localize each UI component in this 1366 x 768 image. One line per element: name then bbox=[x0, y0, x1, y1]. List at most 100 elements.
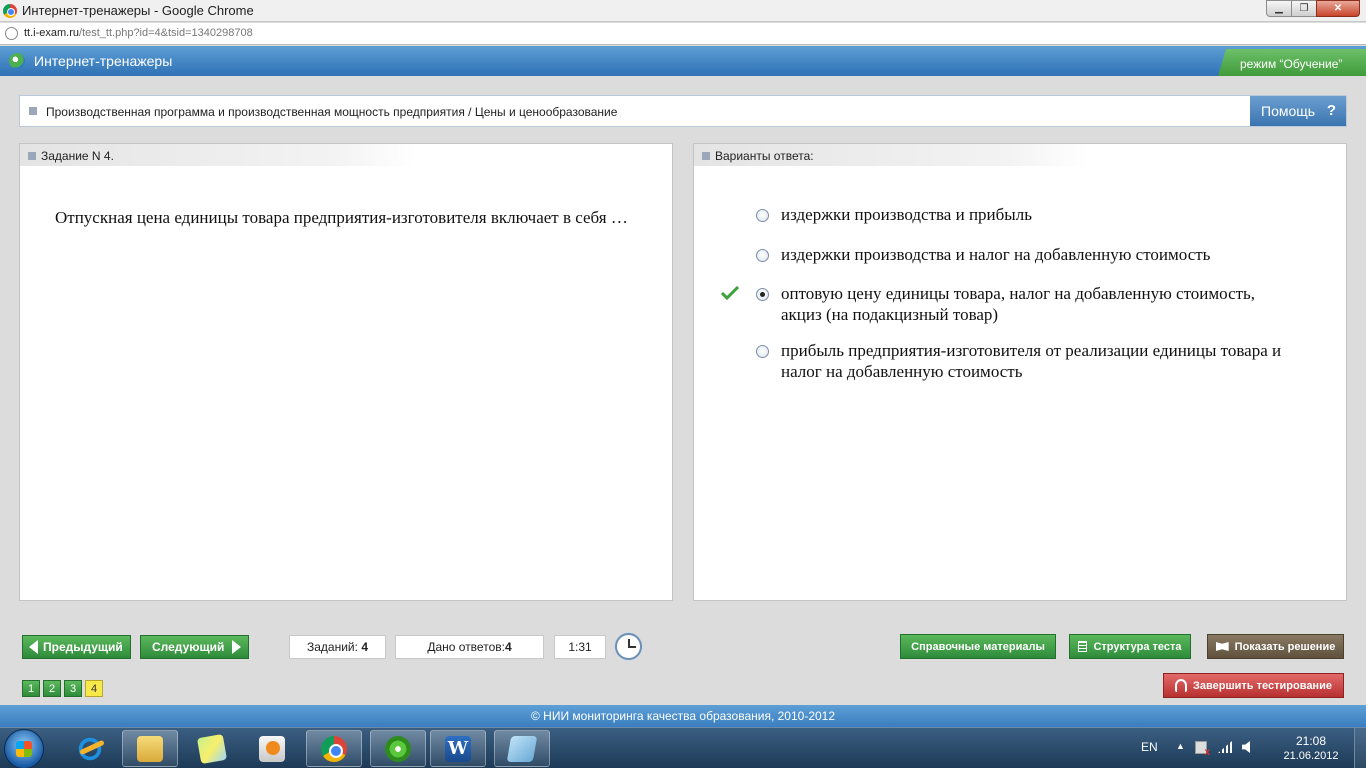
taskbar-explorer[interactable] bbox=[122, 730, 178, 767]
start-button[interactable] bbox=[4, 729, 44, 768]
main-area: Производственная программа и производств… bbox=[0, 77, 1366, 700]
answers-value: 4 bbox=[504, 640, 512, 654]
url-path: /test_tt.php?id=4&tsid=1340298708 bbox=[79, 27, 253, 39]
app-title: Интернет-тренажеры bbox=[34, 53, 173, 69]
checkmark-icon bbox=[721, 286, 739, 300]
radio-button[interactable] bbox=[756, 345, 769, 358]
close-button[interactable]: ✕ bbox=[1316, 0, 1360, 17]
show-desktop-button[interactable] bbox=[1354, 728, 1366, 768]
answer-option[interactable]: издержки производства и налог на добавле… bbox=[756, 244, 1296, 265]
language-indicator[interactable]: EN bbox=[1141, 740, 1158, 754]
answers-count: Дано ответов: 4 bbox=[395, 635, 544, 659]
tasks-label: Заданий: bbox=[307, 640, 358, 654]
arrow-left-icon bbox=[29, 640, 38, 654]
show-hidden-icons-icon[interactable]: ▲ bbox=[1176, 741, 1185, 751]
maximize-button[interactable]: ❐ bbox=[1291, 0, 1317, 17]
app-logo-icon bbox=[9, 53, 25, 69]
page-info-icon[interactable] bbox=[5, 27, 18, 40]
taskbar-internet-explorer[interactable] bbox=[62, 730, 118, 767]
finish-label: Завершить тестирование bbox=[1193, 679, 1332, 692]
taskbar-media-player[interactable] bbox=[244, 730, 300, 767]
window-titlebar: Интернет-тренажеры - Google Chrome ▁ ❐ ✕ bbox=[0, 0, 1366, 22]
radio-button[interactable] bbox=[756, 209, 769, 222]
internet-explorer-icon bbox=[77, 735, 103, 762]
notepad-icon bbox=[506, 735, 538, 762]
show-solution-button[interactable]: Показать решение bbox=[1207, 634, 1344, 659]
window-title: Интернет-тренажеры - Google Chrome bbox=[22, 3, 254, 18]
task-panel-header: Задание N 4. bbox=[20, 144, 414, 166]
task-panel: Задание N 4. Отпускная цена единицы това… bbox=[19, 143, 673, 601]
tasks-count: Заданий: 4 bbox=[289, 635, 386, 659]
app-header: Интернет-тренажеры режим “Обучение” bbox=[0, 46, 1366, 76]
task-title: Задание N 4. bbox=[41, 149, 114, 163]
address-bar[interactable]: tt.i-exam.ru/test_tt.php?id=4&tsid=13402… bbox=[0, 23, 1366, 45]
word-icon: W bbox=[445, 735, 471, 762]
tasks-value: 4 bbox=[361, 640, 368, 654]
answer-text: издержки производства и налог на добавле… bbox=[781, 245, 1211, 264]
url-host: tt.i-exam.ru bbox=[24, 27, 80, 39]
answer-text: прибыль предприятия-изготовителя от реал… bbox=[781, 341, 1282, 381]
network-signal-icon[interactable] bbox=[1218, 741, 1232, 753]
page-button-1[interactable]: 1 bbox=[22, 680, 40, 697]
answer-option[interactable]: прибыль предприятия-изготовителя от реал… bbox=[756, 340, 1296, 382]
next-button[interactable]: Следующий bbox=[140, 635, 249, 659]
page-button-4-current[interactable]: 4 bbox=[85, 680, 103, 697]
answer-text: издержки производства и прибыль bbox=[781, 205, 1032, 224]
page-button-3[interactable]: 3 bbox=[64, 680, 82, 697]
page-button-2[interactable]: 2 bbox=[43, 680, 61, 697]
answer-option[interactable]: оптовую цену единицы товара, налог на до… bbox=[721, 283, 1296, 325]
answers-panel-header: Варианты ответа: bbox=[694, 144, 1088, 166]
clock-date[interactable]: 21.06.2012 bbox=[1266, 750, 1356, 762]
help-label: Помощь bbox=[1261, 103, 1316, 119]
chrome-icon bbox=[321, 735, 347, 762]
taskbar-chrome[interactable] bbox=[306, 730, 362, 767]
window-controls: ▁ ❐ ✕ bbox=[1266, 0, 1360, 18]
bullet-square-icon bbox=[702, 152, 710, 160]
timer: 1:31 bbox=[554, 635, 606, 659]
bullet-square-icon bbox=[28, 152, 36, 160]
taskbar: W EN ▲ 21:08 21.06.2012 bbox=[0, 727, 1366, 768]
answer-option[interactable]: издержки производства и прибыль bbox=[756, 204, 1296, 225]
list-icon bbox=[1078, 641, 1088, 652]
radio-button[interactable] bbox=[756, 249, 769, 262]
sticky-notes-icon bbox=[196, 733, 228, 764]
system-tray: EN ▲ 21:08 21.06.2012 bbox=[1136, 728, 1366, 768]
mode-badge: режим “Обучение” bbox=[1218, 49, 1366, 76]
folder-icon bbox=[137, 735, 163, 762]
clock-time[interactable]: 21:08 bbox=[1276, 734, 1346, 748]
help-button[interactable]: Помощь ? bbox=[1250, 96, 1346, 126]
structure-label: Структура теста bbox=[1093, 640, 1182, 653]
show-solution-label: Показать решение bbox=[1234, 640, 1336, 653]
answers-panel: Варианты ответа: издержки производства и… bbox=[693, 143, 1347, 601]
icq-icon bbox=[385, 735, 411, 762]
arrow-right-icon bbox=[232, 640, 242, 654]
next-label: Следующий bbox=[152, 640, 225, 654]
answers-label: Дано ответов: bbox=[427, 640, 505, 654]
minimize-button[interactable]: ▁ bbox=[1266, 0, 1292, 17]
finish-testing-button[interactable]: Завершить тестирование bbox=[1163, 673, 1344, 698]
previous-button[interactable]: Предыдущий bbox=[22, 635, 131, 659]
url-text[interactable]: tt.i-exam.ru/test_tt.php?id=4&tsid=13402… bbox=[24, 27, 253, 39]
radio-button-selected[interactable] bbox=[756, 288, 769, 301]
answers-title: Варианты ответа: bbox=[715, 149, 814, 163]
media-player-icon bbox=[259, 735, 285, 762]
breadcrumb: Производственная программа и производств… bbox=[19, 95, 1347, 127]
page-navigator: 1 2 3 4 bbox=[22, 680, 106, 697]
question-mark-icon: ? bbox=[1326, 102, 1336, 119]
answer-text: оптовую цену единицы товара, налог на до… bbox=[781, 284, 1256, 324]
taskbar-sticky-notes[interactable] bbox=[184, 730, 240, 767]
bullet-square-icon bbox=[29, 107, 37, 115]
breadcrumb-text: Производственная программа и производств… bbox=[46, 105, 618, 119]
taskbar-icq[interactable] bbox=[370, 730, 426, 767]
previous-label: Предыдущий bbox=[43, 640, 123, 654]
taskbar-notepad[interactable] bbox=[494, 730, 550, 767]
volume-icon[interactable] bbox=[1242, 741, 1250, 753]
action-center-flag-icon[interactable] bbox=[1195, 741, 1210, 758]
test-structure-button[interactable]: Структура теста bbox=[1069, 634, 1191, 659]
footer-copyright: © НИИ мониторинга качества образования, … bbox=[0, 705, 1366, 727]
runner-icon bbox=[1175, 679, 1188, 692]
reference-materials-button[interactable]: Справочные материалы bbox=[900, 634, 1056, 659]
taskbar-word[interactable]: W bbox=[430, 730, 486, 767]
book-icon bbox=[1215, 642, 1229, 651]
chrome-logo-icon bbox=[3, 4, 17, 18]
